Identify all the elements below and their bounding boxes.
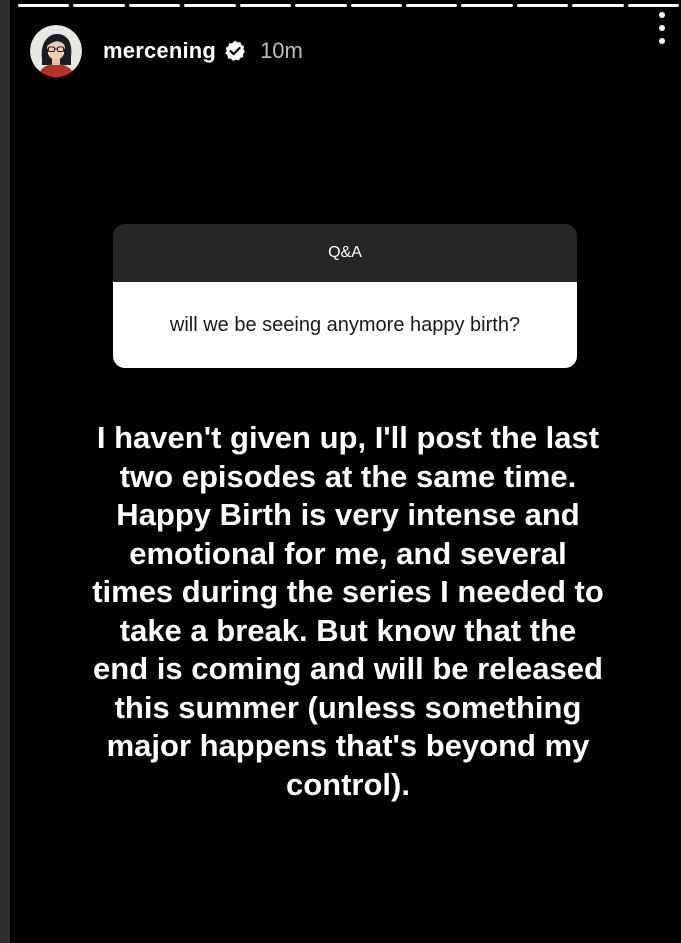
qa-question-text: will we be seeing anymore happy birth?	[113, 282, 577, 368]
progress-segment	[350, 4, 402, 7]
post-time: 10m	[260, 38, 303, 63]
progress-segment	[18, 4, 70, 7]
progress-segment	[572, 4, 624, 7]
menu-dot	[659, 25, 665, 31]
progress-segment	[73, 4, 125, 7]
answer-text: I haven't given up, I'll post the last t…	[92, 420, 604, 802]
verified-badge-icon	[223, 39, 247, 63]
progress-segment	[184, 4, 236, 7]
story-header: mercening 10m	[30, 24, 671, 78]
progress-segment	[239, 4, 292, 7]
progress-segment	[128, 4, 181, 7]
progress-segment	[295, 4, 347, 7]
username[interactable]: mercening	[103, 38, 216, 64]
qa-question-sticker[interactable]: Q&A will we be seeing anymore happy birt…	[113, 224, 577, 368]
more-options-icon[interactable]	[657, 12, 667, 44]
story-progress-bar	[18, 4, 680, 7]
progress-segment	[461, 4, 513, 7]
menu-dot	[659, 38, 665, 44]
menu-dot	[659, 12, 665, 18]
progress-segment	[516, 4, 569, 7]
avatar-illustration-icon	[30, 25, 82, 77]
qa-header: Q&A	[113, 224, 577, 282]
story-viewer[interactable]: mercening 10m Q&A will we be seeing anym…	[10, 0, 681, 943]
profile-avatar[interactable]	[30, 25, 82, 77]
progress-segment	[627, 4, 680, 7]
progress-segment	[405, 4, 458, 7]
